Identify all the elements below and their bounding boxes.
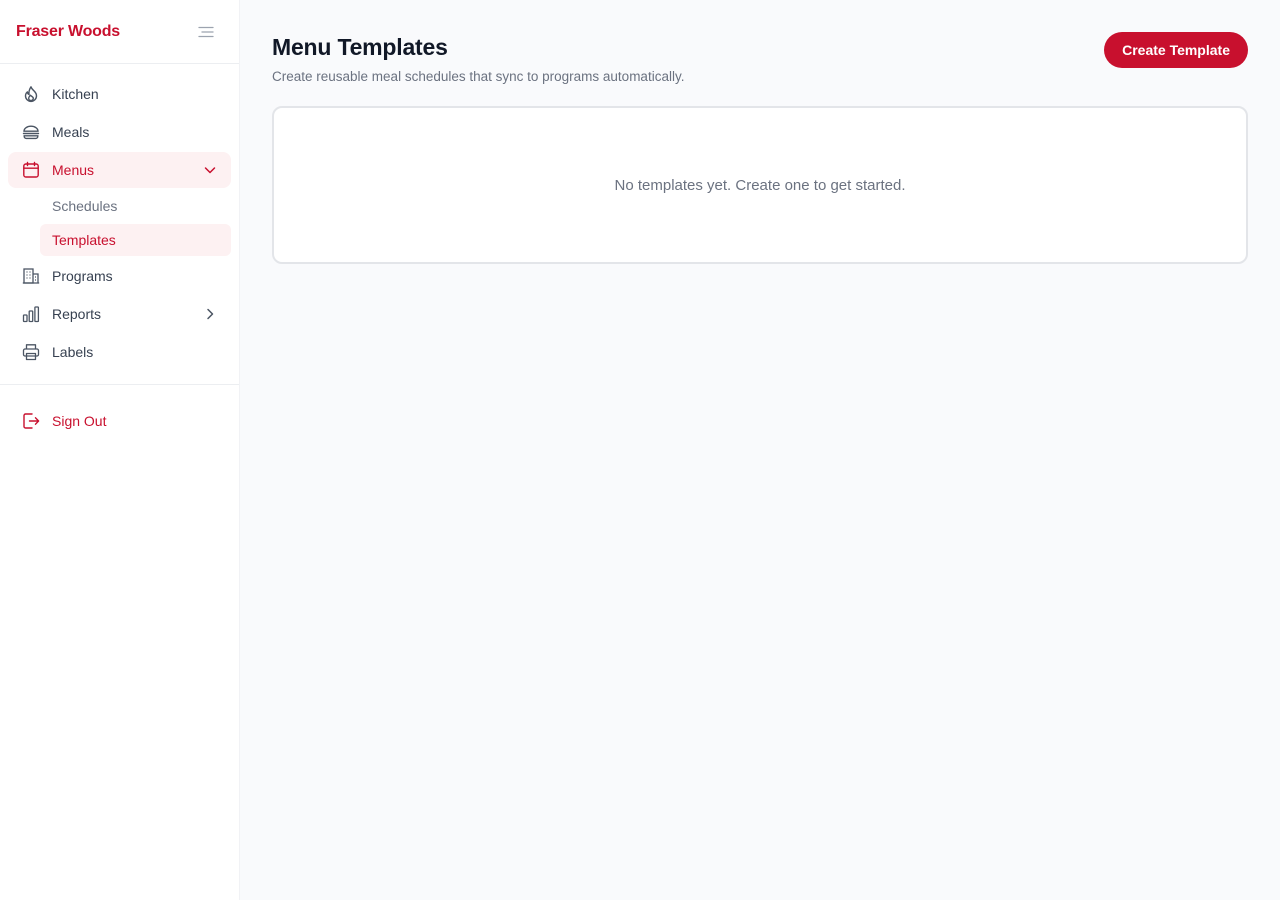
sidebar-item-labels[interactable]: Labels: [8, 334, 231, 370]
calendar-icon: [22, 161, 40, 179]
sidebar-item-label: Kitchen: [52, 86, 99, 102]
sidebar-item-menus[interactable]: Menus: [8, 152, 231, 188]
sidebar-subitem-templates[interactable]: Templates: [40, 224, 231, 256]
sidebar: Fraser Woods Kitchen Meals Menus Schedul…: [0, 0, 240, 900]
printer-icon: [22, 343, 40, 361]
sidebar-item-kitchen[interactable]: Kitchen: [8, 76, 231, 112]
empty-state-text: No templates yet. Create one to get star…: [614, 176, 906, 194]
sign-out-button[interactable]: Sign Out: [8, 403, 231, 439]
main-content: Menu Templates Create reusable meal sche…: [240, 0, 1280, 900]
sidebar-item-label: Programs: [52, 268, 113, 284]
burger-icon: [22, 123, 40, 141]
menu-toggle-icon[interactable]: [197, 23, 215, 41]
chevron-right-icon[interactable]: [203, 307, 217, 321]
page-subtitle: Create reusable meal schedules that sync…: [272, 69, 685, 84]
templates-empty-state: No templates yet. Create one to get star…: [272, 106, 1248, 264]
page-header: Menu Templates Create reusable meal sche…: [272, 32, 1248, 84]
brand-logo[interactable]: Fraser Woods: [16, 23, 120, 41]
flame-icon: [22, 85, 40, 103]
create-template-button[interactable]: Create Template: [1104, 32, 1248, 68]
sidebar-divider: [0, 384, 239, 385]
sidebar-item-reports[interactable]: Reports: [8, 296, 231, 332]
sidebar-item-label: Meals: [52, 124, 90, 140]
chevron-down-icon[interactable]: [203, 163, 217, 177]
sidebar-item-meals[interactable]: Meals: [8, 114, 231, 150]
sidebar-item-label: Menus: [52, 162, 95, 178]
building-icon: [22, 267, 40, 285]
bar-chart-icon: [22, 305, 40, 323]
sign-out-label: Sign Out: [52, 413, 107, 429]
brand-row: Fraser Woods: [0, 0, 239, 64]
sidebar-item-label: Labels: [52, 344, 94, 360]
sidebar-subitem-schedules[interactable]: Schedules: [40, 190, 231, 222]
sign-out-icon: [22, 412, 40, 430]
sidebar-item-label: Reports: [52, 306, 102, 322]
sidebar-item-programs[interactable]: Programs: [8, 258, 231, 294]
page-title: Menu Templates: [272, 34, 448, 60]
sidebar-nav: Kitchen Meals Menus Schedules Templates …: [0, 64, 239, 384]
